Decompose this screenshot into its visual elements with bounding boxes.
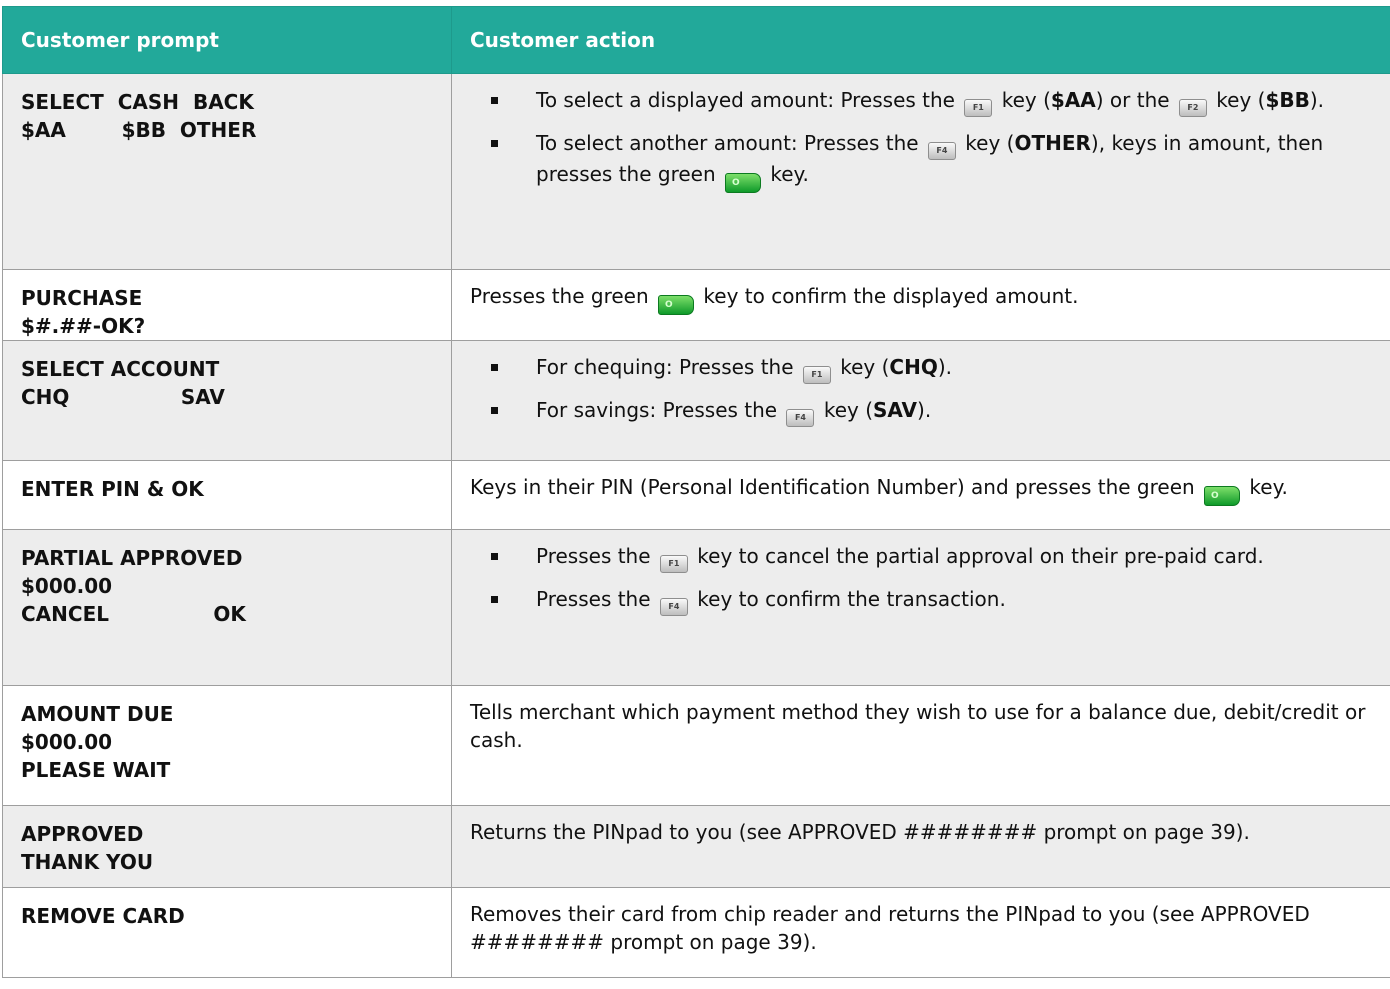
header-customer-prompt: Customer prompt [2,6,452,74]
action-text: key ( [817,398,873,422]
action-cell: Presses the green O key to confirm the d… [451,269,1390,341]
emphasis-text: $BB [1265,88,1310,112]
table-row: ENTER PIN & OK Keys in their PIN (Person… [2,460,1390,530]
action-bullet-list: Presses the F1 key to cancel the partial… [470,542,1372,616]
f4-key-icon: F4 [786,409,815,427]
emphasis-text: OTHER [1014,131,1091,155]
prompt-line: PLEASE WAIT [21,758,171,782]
action-cell: Returns the PINpad to you (see APPROVED … [451,805,1390,888]
green-ok-key-icon: O [725,173,762,193]
emphasis-text: CHQ [889,355,938,379]
action-text: Presses the green [470,284,656,308]
prompt-line: SELECT ACCOUNT [21,357,220,381]
action-bullet-item: For chequing: Presses the F1 key (CHQ). [470,353,1372,384]
table-row: SELECT CASH BACK $AA $BB OTHER To select… [2,73,1390,270]
prompt-cell: APPROVED THANK YOU [2,805,452,888]
action-bullet-item: For savings: Presses the F4 key (SAV). [470,396,1372,427]
f1-key-icon: F1 [802,366,831,384]
action-bullet-item: Presses the F4 key to confirm the transa… [470,585,1372,616]
table-header-row: Customer prompt Customer action [2,6,1390,74]
f1-key-icon: F1 [964,99,993,117]
prompt-cell: PURCHASE $#.##-OK? [2,269,452,341]
f4-key-icon: F4 [927,142,956,160]
action-bullet-list: For chequing: Presses the F1 key (CHQ). F… [470,353,1372,427]
prompt-line: CANCEL OK [21,602,246,626]
action-text: key to confirm the displayed amount. [697,284,1079,308]
table-row: APPROVED THANK YOU Returns the PINpad to… [2,805,1390,888]
table-row: PURCHASE $#.##-OK? Presses the green O k… [2,269,1390,341]
customer-prompts-table: Customer prompt Customer action SELECT C… [2,6,1390,978]
table-row: PARTIAL APPROVED $000.00 CANCEL OK Press… [2,529,1390,686]
prompt-line: AMOUNT DUE [21,702,174,726]
emphasis-text: SAV [873,398,918,422]
f2-key-icon: F2 [1178,99,1207,117]
prompt-line: $000.00 [21,574,113,598]
green-ok-key-icon: O [1204,486,1241,506]
action-text: Removes their card from chip reader and … [470,902,1310,954]
prompt-cell: REMOVE CARD [2,887,452,978]
prompt-line: $000.00 [21,730,113,754]
green-ok-key-icon: O [658,295,695,315]
action-bullet-item: To select another amount: Presses the F4… [470,129,1372,193]
header-customer-action: Customer action [451,6,1390,74]
f1-key-icon: F1 [659,555,688,573]
action-text: Presses the [536,587,657,611]
action-cell: Keys in their PIN (Personal Identificati… [451,460,1390,530]
action-text: ). [937,355,953,379]
action-cell: Tells merchant which payment method they… [451,685,1390,806]
table-row: SELECT ACCOUNT CHQ SAV For chequing: Pre… [2,340,1390,461]
action-text: To select a displayed amount: Presses th… [536,88,962,112]
prompt-line: APPROVED [21,822,144,846]
prompt-line: CHQ SAV [21,385,225,409]
action-text: For chequing: Presses the [536,355,800,379]
prompt-line: SELECT CASH BACK [21,90,254,114]
action-cell: For chequing: Presses the F1 key (CHQ). F… [451,340,1390,461]
action-text: key ( [1209,88,1266,112]
action-text: Presses the [536,544,657,568]
action-text: ) or the [1095,88,1176,112]
action-text: key. [764,162,809,186]
action-text: Tells merchant which payment method they… [470,700,1366,752]
prompt-cell: PARTIAL APPROVED $000.00 CANCEL OK [2,529,452,686]
action-text: key ( [833,355,890,379]
action-text: Returns the PINpad to you (see APPROVED … [470,820,1250,844]
f4-key-icon: F4 [659,598,688,616]
prompt-cell: SELECT ACCOUNT CHQ SAV [2,340,452,461]
action-text: key to cancel the partial approval on th… [690,544,1264,568]
table-row: AMOUNT DUE $000.00 PLEASE WAIT Tells mer… [2,685,1390,806]
prompt-line: $AA $BB OTHER [21,118,257,142]
prompt-line: REMOVE CARD [21,904,185,928]
prompt-line: PURCHASE [21,286,143,310]
prompt-cell: SELECT CASH BACK $AA $BB OTHER [2,73,452,270]
prompt-line: ENTER PIN & OK [21,477,204,501]
prompt-line: THANK YOU [21,850,154,874]
action-text: key ( [995,88,1051,112]
action-text: For savings: Presses the [536,398,784,422]
action-text: key ( [958,131,1015,155]
action-text: ). [1309,88,1325,112]
action-bullet-list: To select a displayed amount: Presses th… [470,86,1372,193]
prompt-line: $#.##-OK? [21,314,146,338]
action-text: ). [917,398,932,422]
action-bullet-item: To select a displayed amount: Presses th… [470,86,1372,117]
action-text: To select another amount: Presses the [536,131,925,155]
action-cell: To select a displayed amount: Presses th… [451,73,1390,270]
action-bullet-item: Presses the F1 key to cancel the partial… [470,542,1372,573]
action-cell: Presses the F1 key to cancel the partial… [451,529,1390,686]
emphasis-text: $AA [1050,88,1096,112]
action-text: Keys in their PIN (Personal Identificati… [470,475,1202,499]
action-text: key. [1243,475,1288,499]
prompt-cell: ENTER PIN & OK [2,460,452,530]
action-text: key to confirm the transaction. [690,587,1006,611]
action-cell: Removes their card from chip reader and … [451,887,1390,978]
prompt-cell: AMOUNT DUE $000.00 PLEASE WAIT [2,685,452,806]
table-row: REMOVE CARD Removes their card from chip… [2,887,1390,978]
prompt-line: PARTIAL APPROVED [21,546,243,570]
